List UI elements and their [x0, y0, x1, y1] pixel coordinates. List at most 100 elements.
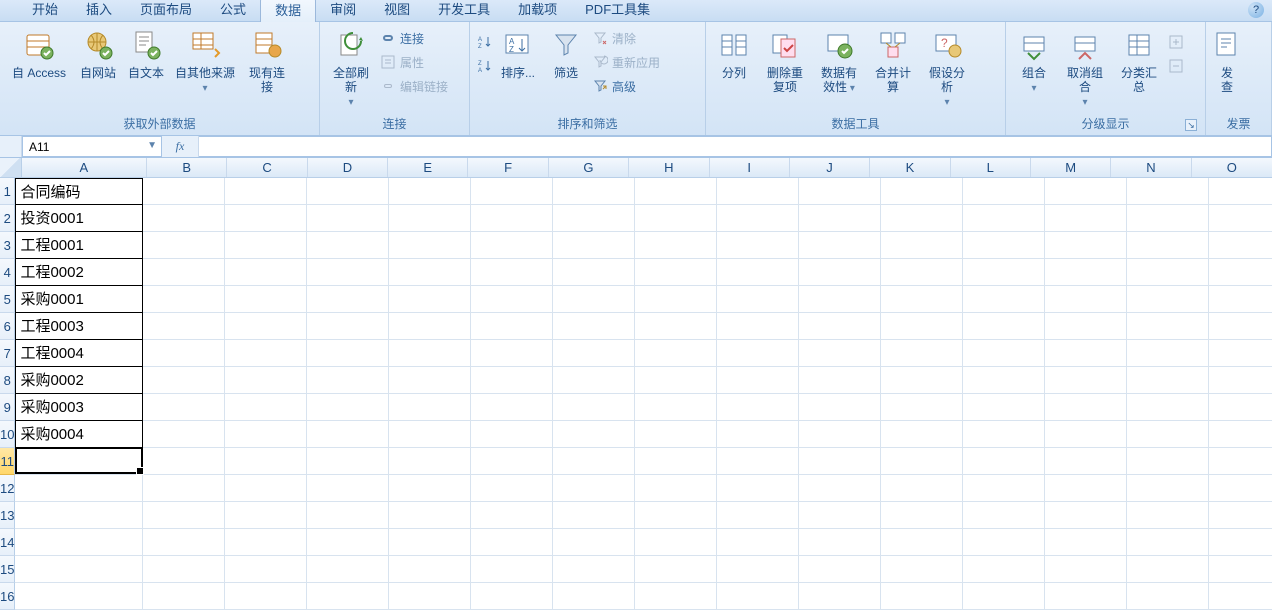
cell[interactable]	[143, 529, 225, 556]
cell[interactable]	[389, 475, 471, 502]
tab-developer[interactable]: 开发工具	[424, 0, 504, 21]
cell[interactable]	[1127, 178, 1209, 205]
cell[interactable]	[553, 259, 635, 286]
cell[interactable]	[307, 259, 389, 286]
cell[interactable]	[799, 556, 881, 583]
cell[interactable]	[635, 367, 717, 394]
cell[interactable]: 合同编码	[15, 178, 143, 205]
cell[interactable]	[143, 448, 225, 475]
row-header[interactable]: 4	[0, 259, 15, 286]
row-header[interactable]: 2	[0, 205, 15, 232]
cell[interactable]	[553, 178, 635, 205]
tab-home[interactable]: 开始	[18, 0, 72, 21]
cell[interactable]	[963, 529, 1045, 556]
cell[interactable]	[471, 394, 553, 421]
cell[interactable]	[553, 286, 635, 313]
cell[interactable]	[1127, 556, 1209, 583]
cell[interactable]	[307, 205, 389, 232]
sort-desc-button[interactable]: ZA	[476, 56, 492, 76]
cell[interactable]	[389, 556, 471, 583]
name-box-dropdown-icon[interactable]: ▼	[147, 140, 157, 151]
filter-button[interactable]: 筛选	[544, 26, 588, 106]
cell[interactable]	[635, 556, 717, 583]
cell[interactable]	[389, 232, 471, 259]
cell[interactable]	[1127, 232, 1209, 259]
tab-pdftools[interactable]: PDF工具集	[571, 0, 664, 21]
cell[interactable]	[225, 475, 307, 502]
cell[interactable]	[225, 259, 307, 286]
ungroup-button[interactable]: 取消组合	[1060, 26, 1110, 110]
cell[interactable]	[1045, 583, 1127, 610]
cell[interactable]	[471, 448, 553, 475]
cell[interactable]	[635, 205, 717, 232]
cell[interactable]	[717, 232, 799, 259]
cell[interactable]	[225, 502, 307, 529]
cell[interactable]	[1209, 529, 1272, 556]
col-header[interactable]: F	[468, 158, 548, 177]
cell[interactable]	[1127, 205, 1209, 232]
cell[interactable]	[307, 232, 389, 259]
cell[interactable]	[1127, 529, 1209, 556]
cell[interactable]	[1209, 259, 1272, 286]
cell[interactable]	[799, 259, 881, 286]
cell[interactable]: 工程0001	[15, 232, 143, 259]
cell[interactable]	[553, 529, 635, 556]
cell[interactable]	[15, 556, 143, 583]
cell[interactable]	[553, 394, 635, 421]
cell[interactable]	[963, 340, 1045, 367]
cell[interactable]: 投资0001	[15, 205, 143, 232]
tab-review[interactable]: 审阅	[316, 0, 370, 21]
cell[interactable]	[1209, 340, 1272, 367]
cell[interactable]	[881, 340, 963, 367]
cell[interactable]: 采购0003	[15, 394, 143, 421]
cell[interactable]	[799, 367, 881, 394]
cell[interactable]	[143, 313, 225, 340]
cell[interactable]	[635, 475, 717, 502]
cell[interactable]	[553, 475, 635, 502]
cell[interactable]	[635, 286, 717, 313]
fx-button[interactable]: fx	[170, 139, 190, 155]
cell[interactable]	[307, 556, 389, 583]
cell[interactable]	[635, 529, 717, 556]
cell[interactable]	[635, 232, 717, 259]
cell[interactable]	[307, 583, 389, 610]
cell[interactable]	[471, 421, 553, 448]
cell[interactable]	[1045, 313, 1127, 340]
connections-item[interactable]: 连接	[380, 28, 448, 48]
cell[interactable]	[1045, 178, 1127, 205]
cell[interactable]	[717, 205, 799, 232]
cell[interactable]	[225, 556, 307, 583]
group-button[interactable]: 组合	[1012, 26, 1056, 106]
cell[interactable]	[471, 529, 553, 556]
cell[interactable]	[307, 475, 389, 502]
cell[interactable]	[389, 313, 471, 340]
cell[interactable]	[1209, 421, 1272, 448]
col-header[interactable]: K	[870, 158, 950, 177]
cell[interactable]	[225, 583, 307, 610]
cell[interactable]	[963, 556, 1045, 583]
cell[interactable]	[881, 394, 963, 421]
cell[interactable]	[471, 259, 553, 286]
cell[interactable]	[963, 583, 1045, 610]
cell[interactable]	[307, 502, 389, 529]
cell[interactable]	[717, 367, 799, 394]
cell[interactable]	[225, 313, 307, 340]
cell[interactable]	[881, 583, 963, 610]
cell[interactable]	[225, 286, 307, 313]
cell[interactable]	[717, 448, 799, 475]
row-header[interactable]: 11	[0, 448, 15, 475]
cell[interactable]	[1127, 475, 1209, 502]
cell[interactable]	[799, 232, 881, 259]
cell[interactable]	[963, 286, 1045, 313]
cell[interactable]	[553, 502, 635, 529]
cell[interactable]	[471, 340, 553, 367]
outline-launcher-icon[interactable]: ↘	[1185, 119, 1197, 131]
cell[interactable]	[225, 529, 307, 556]
cell[interactable]	[881, 313, 963, 340]
tab-formulas[interactable]: 公式	[206, 0, 260, 21]
cell[interactable]	[1209, 448, 1272, 475]
cell[interactable]	[635, 421, 717, 448]
cell[interactable]	[225, 367, 307, 394]
help-icon[interactable]: ?	[1248, 2, 1264, 18]
cell[interactable]	[225, 205, 307, 232]
